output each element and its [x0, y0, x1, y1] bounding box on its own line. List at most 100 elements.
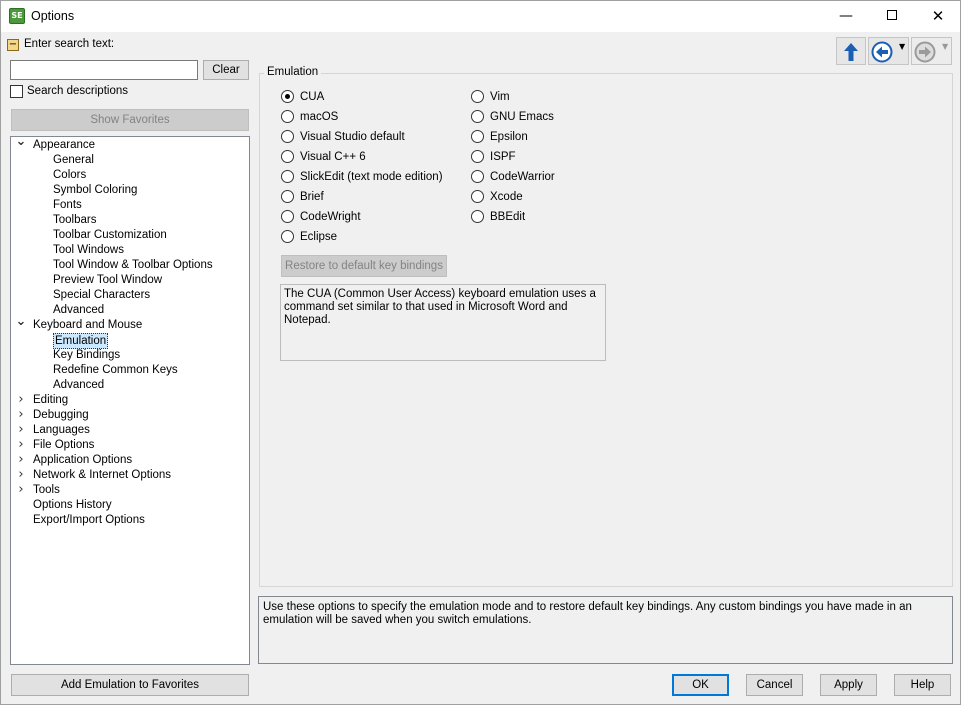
- emulation-option-label: Visual Studio default: [300, 131, 405, 143]
- radio-button[interactable]: [281, 210, 294, 223]
- radio-button[interactable]: [281, 230, 294, 243]
- emulation-option-label: Eclipse: [300, 231, 338, 243]
- slickedit-app-icon: SE: [9, 8, 25, 24]
- tree-item-label: Options History: [33, 499, 112, 511]
- tree-item-label: Network & Internet Options: [33, 469, 172, 481]
- minus-icon: −: [8, 39, 18, 50]
- emulation-group-title: Emulation: [264, 66, 322, 78]
- emulation-option-label: CUA: [300, 91, 325, 103]
- emulation-option-label: CodeWarrior: [490, 171, 555, 183]
- emulation-option-label: SlickEdit (text mode edition): [300, 171, 443, 183]
- emulation-option-label: CodeWright: [300, 211, 361, 223]
- emulation-option-label: Visual C++ 6: [300, 151, 366, 163]
- forward-history-dropdown-icon: ▼: [942, 42, 949, 51]
- tree-item-label: Special Characters: [53, 289, 151, 301]
- search-input[interactable]: [10, 60, 198, 80]
- title-bar: SE Options — ✕: [1, 1, 960, 32]
- search-label: Enter search text:: [24, 38, 115, 50]
- tree-item-label: Toolbars: [53, 214, 97, 226]
- navigate-back-button[interactable]: ▼: [868, 37, 909, 65]
- tree-item-label: General: [53, 154, 94, 166]
- chevron-right-icon[interactable]: ›: [15, 423, 27, 438]
- chevron-down-icon[interactable]: ⌄: [15, 315, 27, 333]
- chevron-right-icon[interactable]: ›: [15, 408, 27, 423]
- maximize-icon: [887, 10, 897, 20]
- emulation-option-label: Vim: [490, 91, 510, 103]
- tree-item-label: Tool Window & Toolbar Options: [53, 259, 213, 271]
- tree-item-label: Preview Tool Window: [53, 274, 163, 286]
- radio-button[interactable]: [281, 150, 294, 163]
- radio-button[interactable]: [471, 190, 484, 203]
- tree-item-label: Application Options: [33, 454, 133, 466]
- tree-item-label: Appearance: [33, 139, 96, 151]
- radio-button[interactable]: [281, 190, 294, 203]
- chevron-right-icon[interactable]: ›: [15, 483, 27, 498]
- radio-button[interactable]: [471, 170, 484, 183]
- tree-item-label: Fonts: [53, 199, 82, 211]
- tree-item-label: Editing: [33, 394, 69, 406]
- tree-item-label: Debugging: [33, 409, 89, 421]
- help-description: Use these options to specify the emulati…: [258, 596, 953, 664]
- window-title: Options: [31, 9, 75, 23]
- minimize-icon: —: [839, 8, 853, 24]
- options-window: SE Options — ✕ − Enter search text: Clea…: [0, 0, 961, 705]
- radio-button[interactable]: [471, 110, 484, 123]
- chevron-right-icon[interactable]: ›: [15, 453, 27, 468]
- arrow-left-circle-icon: [871, 41, 893, 63]
- maximize-button[interactable]: [869, 1, 915, 32]
- radio-button[interactable]: [471, 150, 484, 163]
- tree-item-label: Symbol Coloring: [53, 184, 138, 196]
- tree-item-label: Key Bindings: [53, 349, 121, 361]
- emulation-option-label: BBEdit: [490, 211, 526, 223]
- tree-item-label: Advanced: [53, 304, 105, 316]
- emulation-option-label: Xcode: [490, 191, 523, 203]
- tree-item-label: File Options: [33, 439, 95, 451]
- emulation-description: The CUA (Common User Access) keyboard em…: [280, 284, 606, 361]
- search-collapse-toggle[interactable]: −: [7, 39, 19, 51]
- radio-button[interactable]: [281, 130, 294, 143]
- radio-button[interactable]: [281, 170, 294, 183]
- tree-item-label: Tool Windows: [53, 244, 124, 256]
- radio-button[interactable]: [281, 90, 294, 103]
- radio-button[interactable]: [471, 90, 484, 103]
- show-favorites-button: Show Favorites: [11, 109, 249, 131]
- radio-button[interactable]: [471, 130, 484, 143]
- chevron-right-icon[interactable]: ›: [15, 438, 27, 453]
- add-to-favorites-button[interactable]: Add Emulation to Favorites: [11, 674, 249, 696]
- close-button[interactable]: ✕: [915, 1, 961, 32]
- search-descriptions-checkbox[interactable]: [10, 85, 23, 98]
- emulation-option-label: GNU Emacs: [490, 111, 554, 123]
- minimize-button[interactable]: —: [823, 1, 869, 32]
- emulation-option-label: ISPF: [490, 151, 516, 163]
- tree-item-label: Keyboard and Mouse: [33, 319, 143, 331]
- close-icon: ✕: [931, 7, 945, 25]
- arrow-right-circle-icon: [914, 41, 936, 63]
- emulation-option-label: Brief: [300, 191, 324, 203]
- tree-item-label: Redefine Common Keys: [53, 364, 178, 376]
- options-tree[interactable]: ⌄ Appearance General Colors Symbol Coloring F…: [10, 136, 250, 665]
- navigate-up-button[interactable]: [836, 37, 866, 65]
- cancel-button[interactable]: Cancel: [746, 674, 803, 696]
- tree-item-label: Toolbar Customization: [53, 229, 167, 241]
- tree-item-label: Emulation: [53, 333, 109, 349]
- emulation-option-label: macOS: [300, 111, 339, 123]
- tree-item-label: Languages: [33, 424, 90, 436]
- tree-item-label: Tools: [33, 484, 60, 496]
- apply-button[interactable]: Apply: [820, 674, 877, 696]
- arrow-up-icon: [844, 43, 858, 61]
- search-descriptions-label: Search descriptions: [27, 85, 128, 97]
- ok-button[interactable]: OK: [672, 674, 729, 696]
- radio-button[interactable]: [471, 210, 484, 223]
- navigate-forward-button: ▼: [911, 37, 952, 65]
- clear-button[interactable]: Clear: [203, 60, 249, 80]
- emulation-option-label: Epsilon: [490, 131, 528, 143]
- tree-item-label: Advanced: [53, 379, 105, 391]
- help-button[interactable]: Help: [894, 674, 951, 696]
- restore-default-key-bindings-button: Restore to default key bindings: [281, 255, 447, 277]
- tree-item-label: Colors: [53, 169, 87, 181]
- back-history-dropdown-icon[interactable]: ▼: [899, 42, 905, 51]
- chevron-down-icon[interactable]: ⌄: [15, 137, 27, 153]
- radio-button[interactable]: [281, 110, 294, 123]
- chevron-right-icon[interactable]: ›: [15, 468, 27, 483]
- chevron-right-icon[interactable]: ›: [15, 393, 27, 408]
